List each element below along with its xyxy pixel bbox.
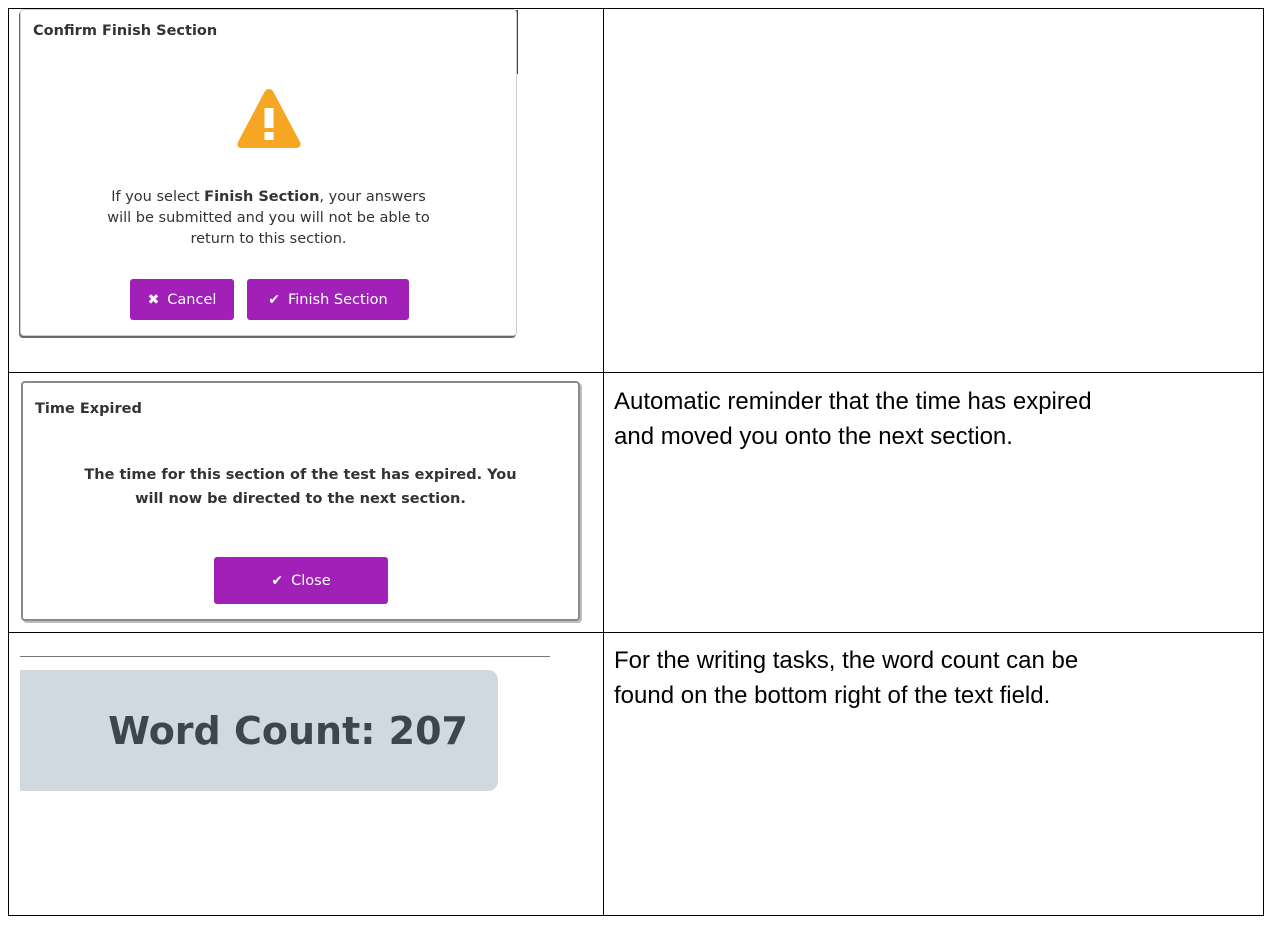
- row-description: For the writing tasks, the word count ca…: [614, 643, 1234, 713]
- warning-triangle-icon: [237, 89, 301, 148]
- description-text: and moved you onto the next section.: [614, 423, 1013, 450]
- check-icon: ✔: [268, 291, 280, 308]
- dialog-title: Time Expired: [35, 401, 142, 417]
- message-text: will be submitted and you will not be ab…: [107, 210, 430, 226]
- dialog-message: The time for this section of the test ha…: [23, 463, 578, 511]
- word-count-box: Word Count: 207: [20, 670, 498, 791]
- word-count-label: Word Count: 207: [108, 708, 468, 753]
- message-text: return to this section.: [190, 231, 347, 247]
- cancel-button[interactable]: ✖ Cancel: [130, 279, 234, 320]
- message-text: will now be directed to the next section…: [135, 491, 466, 507]
- description-text: Automatic reminder that the time has exp…: [614, 388, 1092, 415]
- message-text: , your answers: [319, 189, 426, 205]
- row-divider: [9, 632, 1263, 633]
- close-button[interactable]: ✔ Close: [214, 557, 388, 604]
- divider: [20, 656, 550, 657]
- finish-button-label: Finish Section: [287, 291, 388, 308]
- message-text: If you select: [111, 189, 205, 205]
- dialog-title: Confirm Finish Section: [33, 23, 218, 39]
- row-description: Automatic reminder that the time has exp…: [614, 384, 1234, 454]
- check-icon: ✔: [271, 572, 284, 589]
- time-expired-dialog: Time Expired The time for this section o…: [21, 381, 580, 621]
- confirm-finish-dialog: Confirm Finish Section If you select Fin…: [20, 9, 517, 336]
- dialog-message: If you select Finish Section, your answe…: [21, 187, 516, 250]
- close-icon: ✖: [147, 291, 160, 308]
- message-text: The time for this section of the test ha…: [84, 467, 517, 483]
- cancel-button-label: Cancel: [167, 291, 217, 308]
- finish-section-button[interactable]: ✔ Finish Section: [247, 279, 409, 320]
- description-text: For the writing tasks, the word count ca…: [614, 647, 1079, 674]
- close-button-label: Close: [291, 572, 331, 589]
- message-bold-text: Finish Section: [204, 189, 320, 205]
- column-divider: [603, 9, 604, 915]
- row-divider: [9, 372, 1263, 373]
- description-text: found on the bottom right of the text fi…: [614, 682, 1051, 709]
